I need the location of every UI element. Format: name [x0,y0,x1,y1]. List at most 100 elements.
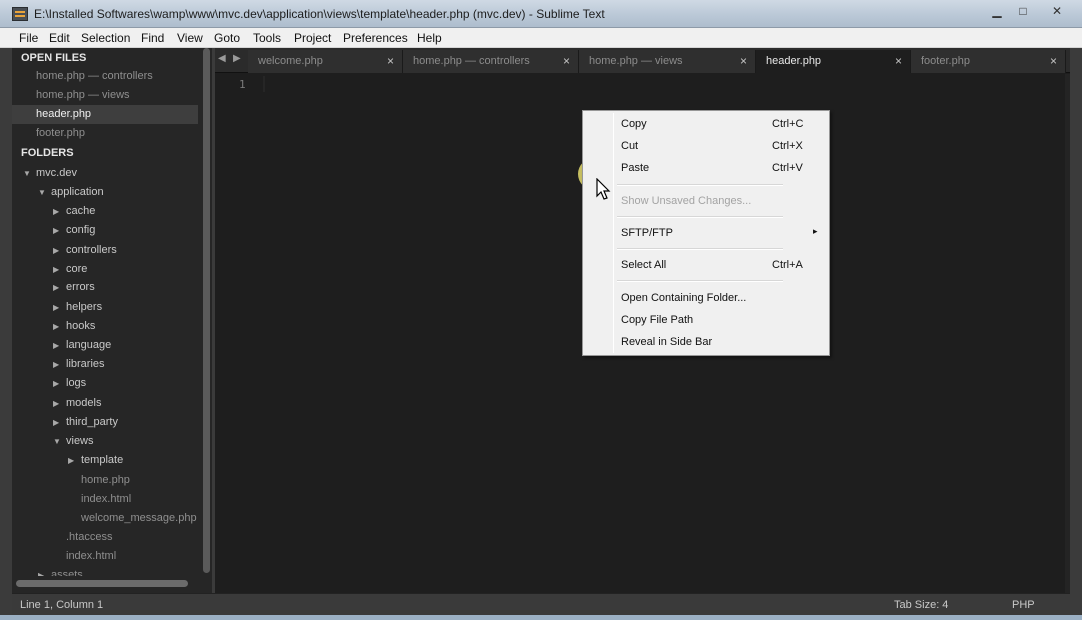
syntax-indicator[interactable]: PHP [1012,599,1035,611]
window-title: E:\Installed Softwares\wamp\www\mvc.dev\… [34,7,605,21]
tab-footer[interactable]: footer.php × [911,50,1066,73]
tree-item-folder[interactable]: ▼ views [12,432,212,451]
context-separator [617,248,783,250]
context-separator [617,216,783,218]
app-icon[interactable] [12,7,28,21]
folder-expand-arrow-icon: ▶ [53,360,60,369]
close-icon[interactable]: ✕ [1044,2,1070,20]
tab-size-indicator[interactable]: Tab Size: 4 [894,599,948,611]
tree-item-folder[interactable]: ▼ mvc.dev [12,164,212,183]
tree-item-folder[interactable]: ▶ hooks [12,317,212,336]
folder-expand-arrow-icon: ▶ [53,322,60,331]
context-sftp-ftp[interactable]: SFTP/FTP ▸ [585,223,827,244]
tree-item-folder[interactable]: ▶ third_party [12,413,212,432]
tree-item-folder[interactable]: ▶ language [12,336,212,355]
context-paste[interactable]: Paste Ctrl+V [585,158,827,179]
context-reveal-in-side-bar[interactable]: Reveal in Side Bar [585,332,827,353]
tree-item-folder[interactable]: ▶ libraries [12,355,212,374]
folder-expand-arrow-icon: ▶ [68,456,75,465]
status-bar: Line 1, Column 1 Tab Size: 4 PHP [12,593,1070,615]
tree-item-folder[interactable]: ▶ helpers [12,298,212,317]
tab-close-icon[interactable]: × [740,54,747,68]
menu-project[interactable]: Project [294,31,331,45]
tree-item-folder[interactable]: ▶ template [12,451,212,470]
minimize-icon[interactable]: ▁ [984,2,1010,20]
folder-expand-arrow-icon: ▶ [53,226,60,235]
cursor-position: Line 1, Column 1 [20,599,104,611]
tree-item-folder[interactable]: ▶ core [12,260,212,279]
tree-item-folder[interactable]: ▶ controllers [12,241,212,260]
menu-find[interactable]: Find [141,31,164,45]
folder-expand-arrow-icon: ▼ [23,169,31,178]
sidebar-vertical-scrollbar[interactable] [203,48,210,573]
folder-expand-arrow-icon: ▶ [53,418,60,427]
tree-item-folder[interactable]: ▶ models [12,394,212,413]
context-menu: Copy Ctrl+C Cut Ctrl+X Paste Ctrl+V Show… [582,110,830,356]
tab-home-views[interactable]: home.php — views × [579,50,756,73]
sublime-window: E:\Installed Softwares\wamp\www\mvc.dev\… [0,0,1082,620]
tree-item-file[interactable]: welcome_message.php [12,509,212,528]
open-file-item-selected[interactable]: header.php [12,105,198,124]
sidebar: OPEN FILES home.php — controllers home.p… [12,48,212,593]
context-separator [617,280,783,282]
folder-expand-arrow-icon: ▶ [53,379,60,388]
context-select-all[interactable]: Select All Ctrl+A [585,255,827,276]
maximize-icon[interactable]: □ [1010,2,1036,20]
folder-expand-arrow-icon: ▼ [53,437,61,446]
title-bar: E:\Installed Softwares\wamp\www\mvc.dev\… [0,0,1082,28]
tree-item-file[interactable]: home.php [12,471,212,490]
menu-goto[interactable]: Goto [214,31,240,45]
tree-item-folder[interactable]: ▶ config [12,221,212,240]
menu-file[interactable]: File [19,31,38,45]
tab-header-active[interactable]: header.php × [756,50,911,73]
folder-expand-arrow-icon: ▶ [53,246,60,255]
menu-help[interactable]: Help [417,31,442,45]
open-file-item[interactable]: footer.php [12,124,212,143]
context-cut[interactable]: Cut Ctrl+X [585,136,827,157]
tree-item-file[interactable]: .htaccess [12,528,212,547]
menu-tools[interactable]: Tools [253,31,281,45]
tab-label: welcome.php [258,55,323,67]
tab-bar: ◀ ▶ welcome.php × home.php — controllers… [215,48,1070,73]
tab-close-icon[interactable]: × [1050,54,1057,68]
context-show-unsaved-changes: Show Unsaved Changes... [621,195,752,207]
open-file-item[interactable]: home.php — controllers [12,67,212,86]
tree-item-folder[interactable]: ▶ assets [12,566,212,576]
menu-preferences[interactable]: Preferences [343,31,408,45]
tab-nav-right-icon[interactable]: ▶ [233,53,241,64]
tab-close-icon[interactable]: × [895,54,902,68]
sidebar-horizontal-scrollbar[interactable] [16,580,188,587]
tree-item-file[interactable]: index.html [12,547,212,566]
tab-home-controllers[interactable]: home.php — controllers × [403,50,579,73]
context-open-containing-folder[interactable]: Open Containing Folder... [585,288,827,309]
folder-expand-arrow-icon: ▼ [38,188,46,197]
editor-scrollbar[interactable] [1065,74,1070,593]
context-separator [617,184,783,186]
context-copy[interactable]: Copy Ctrl+C [585,114,827,135]
tree-item-folder[interactable]: ▶ errors [12,278,212,297]
tab-label: header.php [766,55,822,67]
folder-expand-arrow-icon: ▶ [53,303,60,312]
tab-welcome[interactable]: welcome.php × [248,50,403,73]
tree-item-folder[interactable]: ▶ logs [12,374,212,393]
tree-item-file[interactable]: index.html [12,490,212,509]
tab-close-icon[interactable]: × [563,54,570,68]
context-copy-file-path[interactable]: Copy File Path [585,310,827,331]
tab-close-icon[interactable]: × [387,54,394,68]
folder-expand-arrow-icon: ▶ [38,571,45,576]
tab-nav-left-icon[interactable]: ◀ [218,53,226,64]
open-file-item[interactable]: home.php — views [12,86,212,105]
current-line-highlight [263,76,265,92]
folder-expand-arrow-icon: ▶ [53,283,60,292]
tree-item-folder[interactable]: ▶ cache [12,202,212,221]
tree-item-folder[interactable]: ▼ application [12,183,212,202]
mouse-pointer-icon [596,178,611,200]
menu-selection[interactable]: Selection [81,31,130,45]
menu-edit[interactable]: Edit [49,31,70,45]
tab-label: home.php — controllers [413,55,530,67]
menu-view[interactable]: View [177,31,203,45]
line-number: 1 [239,78,246,91]
folder-expand-arrow-icon: ▶ [53,399,60,408]
window-frame-bottom [0,615,1082,620]
folder-expand-arrow-icon: ▶ [53,265,60,274]
